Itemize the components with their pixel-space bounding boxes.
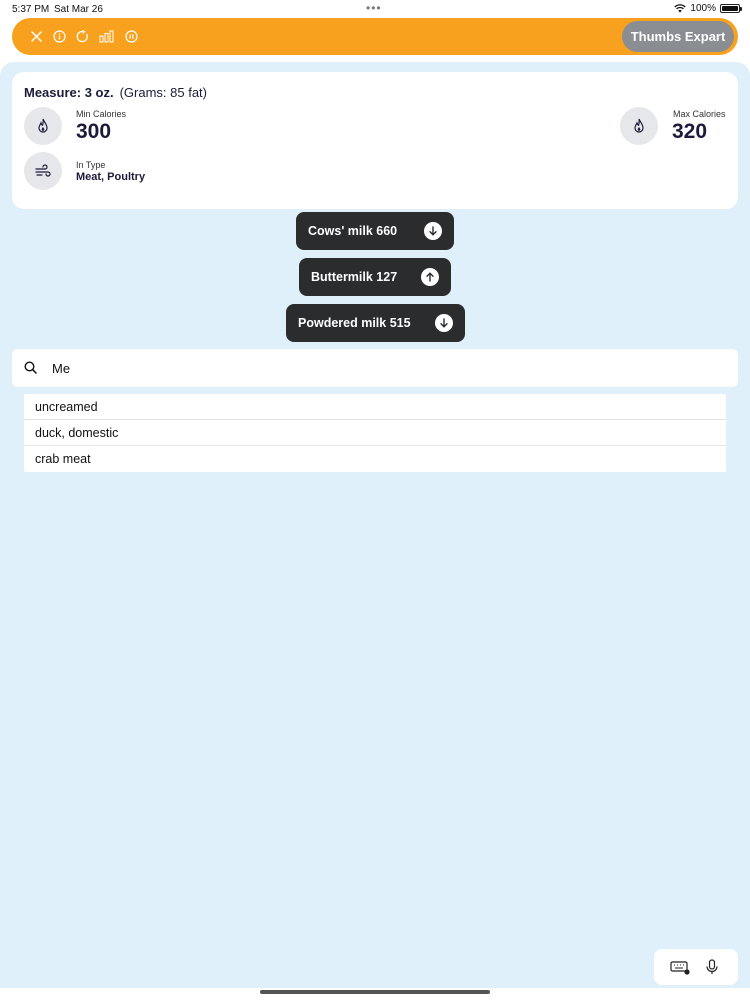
arrow-down-icon[interactable] — [424, 222, 442, 240]
close-icon[interactable] — [30, 30, 43, 43]
keyboard-icon[interactable] — [670, 959, 690, 975]
measure-line: Measure: 3 oz. (Grams: 85 fat) — [24, 85, 207, 100]
pill-label: Powdered milk 515 — [298, 316, 411, 330]
flame-icon-max — [620, 107, 658, 145]
min-calories-value: 300 — [76, 120, 112, 143]
pause-icon[interactable] — [125, 30, 138, 43]
suggestions-list: uncreamed duck, domestic crab meat — [24, 394, 726, 472]
top-toolbar: Thumbs Expart — [12, 18, 738, 55]
status-indicators: 100% — [674, 3, 742, 14]
thumbs-expert-button[interactable]: Thumbs Expart — [622, 21, 734, 52]
max-calories-label: Max Calories — [673, 109, 726, 119]
arrow-up-icon[interactable] — [421, 268, 439, 286]
pill-powdered-milk[interactable]: Powdered milk 515 — [286, 304, 465, 342]
list-item[interactable]: uncreamed — [24, 394, 726, 420]
search-icon — [24, 361, 37, 374]
status-date: Sat Mar 26 — [54, 4, 103, 15]
pill-label: Cows' milk 660 — [308, 224, 398, 238]
main-content: Measure: 3 oz. (Grams: 85 fat) Min Calori… — [0, 62, 750, 988]
refresh-icon[interactable] — [76, 30, 89, 43]
list-item[interactable]: crab meat — [24, 446, 726, 472]
bar-chart-icon[interactable] — [99, 30, 115, 43]
microphone-icon[interactable] — [702, 959, 722, 975]
status-bar: 5:37 PM Sat Mar 26 ••• 100% — [0, 0, 750, 18]
wind-icon — [24, 152, 62, 190]
type-value: Meat, Poultry — [76, 171, 146, 183]
multitasking-dots-icon[interactable]: ••• — [366, 1, 382, 15]
search-bar[interactable] — [12, 349, 738, 387]
keyboard-accessory-bar — [654, 949, 738, 985]
pill-label: Buttermilk 127 — [311, 270, 398, 284]
status-time: 5:37 PM — [12, 4, 50, 15]
type-label: In Type — [76, 160, 106, 170]
home-indicator[interactable] — [260, 990, 490, 994]
wifi-icon — [674, 4, 687, 13]
list-item[interactable]: duck, domestic — [24, 420, 726, 446]
min-calories-label: Min Calories — [76, 109, 127, 119]
pill-buttermilk[interactable]: Buttermilk 127 — [299, 258, 451, 296]
battery-icon — [720, 4, 742, 13]
search-input[interactable] — [52, 349, 712, 387]
grams-label: (Grams: 85 fat) — [119, 85, 208, 100]
arrow-down-icon[interactable] — [435, 314, 453, 332]
max-calories-value: 320 — [672, 120, 708, 143]
nutrition-card: Measure: 3 oz. (Grams: 85 fat) Min Calori… — [12, 72, 738, 209]
flame-icon — [24, 107, 62, 145]
pill-cows-milk[interactable]: Cows' milk 660 — [296, 212, 454, 250]
info-icon[interactable] — [53, 30, 66, 43]
battery-percent: 100% — [690, 3, 716, 14]
measure-label: Measure: 3 oz. — [24, 85, 114, 100]
